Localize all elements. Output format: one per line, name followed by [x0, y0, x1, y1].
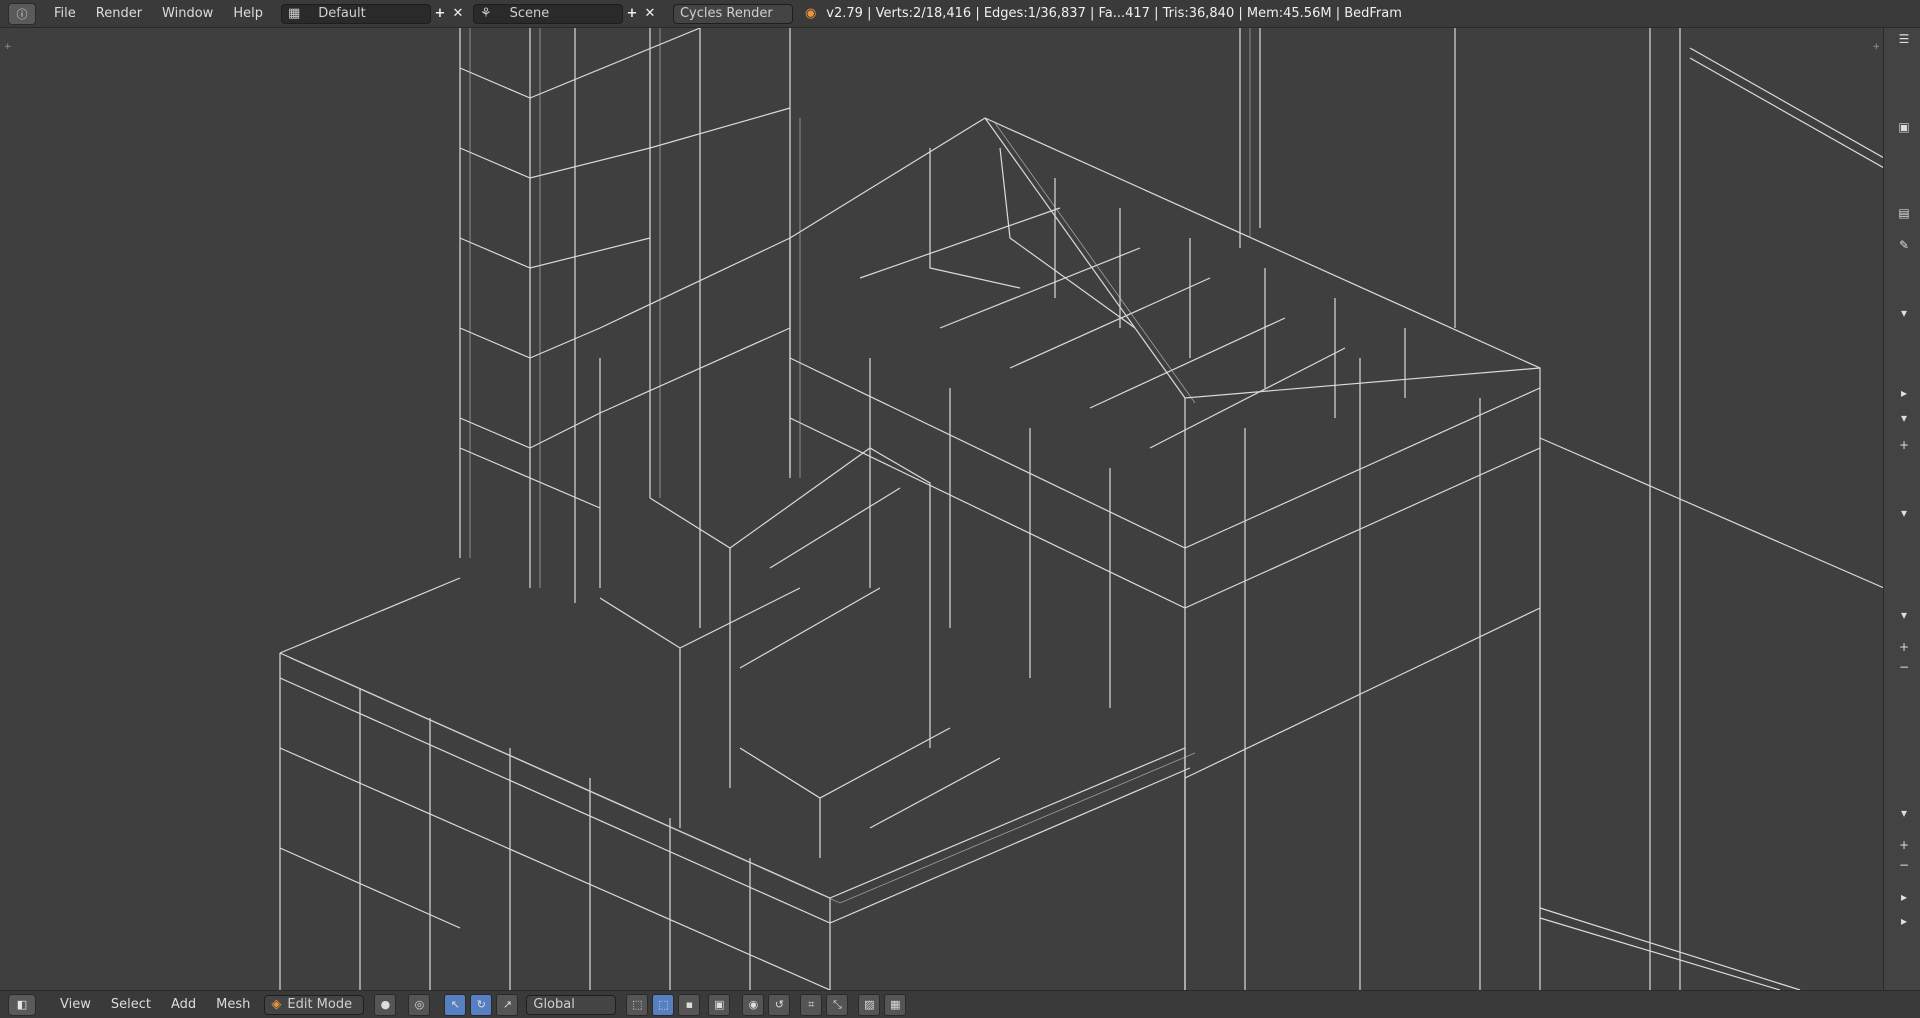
collapse-arrow-icon[interactable]: ▾: [1896, 306, 1912, 320]
edit-mode-icon: ◈: [271, 997, 282, 1012]
menu-select[interactable]: Select: [101, 997, 161, 1012]
viewport-corner-left[interactable]: +: [4, 42, 12, 52]
viewport-corner-right[interactable]: +: [1872, 42, 1880, 52]
layout-grid-icon: ▦: [287, 6, 301, 21]
main-menu: File Render Window Help: [44, 6, 273, 21]
remove-scene-button[interactable]: ✕: [641, 4, 659, 24]
menu-view[interactable]: View: [50, 997, 101, 1012]
vertex-select-button[interactable]: ⬚: [626, 993, 649, 1016]
minus-icon[interactable]: −: [1896, 660, 1912, 674]
menu-render[interactable]: Render: [86, 6, 152, 21]
collapse-arrow-icon[interactable]: ▾: [1896, 506, 1912, 520]
pivot-point-button[interactable]: ◎: [408, 993, 431, 1016]
info-header: ⓘ File Render Window Help ▦ Default + ✕ …: [0, 0, 1920, 28]
menu-window[interactable]: Window: [152, 6, 223, 21]
face-select-button[interactable]: ▪: [678, 993, 701, 1016]
menu-file[interactable]: File: [44, 6, 86, 21]
scene-statistics: ◉ v2.79 | Verts:2/18,416 | Edges:1/36,83…: [805, 6, 1402, 21]
render-icon[interactable]: ▤: [1896, 206, 1912, 220]
mode-name: Edit Mode: [287, 997, 353, 1012]
plus-icon[interactable]: +: [1896, 438, 1912, 452]
viewport-header: ◧ View Select Add Mesh ◈ Edit Mode ● ◎ ↖…: [0, 990, 1920, 1018]
camera-icon[interactable]: ▣: [1896, 120, 1912, 134]
expand-arrow-icon[interactable]: ▸: [1896, 890, 1912, 904]
scene-name: Scene: [509, 6, 550, 21]
render-engine-name: Cycles Render: [679, 6, 773, 21]
menu-help[interactable]: Help: [223, 6, 273, 21]
proportional-edit-button[interactable]: ◉: [742, 993, 765, 1016]
info-icon: ⓘ: [16, 7, 28, 21]
editor-type-button[interactable]: ◧: [8, 993, 36, 1016]
scene-selector[interactable]: ⚘ Scene: [472, 3, 623, 24]
screen-layout-name: Default: [318, 6, 366, 21]
outliner-icon[interactable]: ☰: [1896, 32, 1912, 46]
properties-strip: ☰ ▣ ▤ ✎ ▾ ▸ ▾ + ▾ ▾ + − ▾ + − ▸ ▸: [1883, 28, 1920, 990]
3d-viewport[interactable]: + +: [0, 28, 1884, 990]
minus-icon[interactable]: −: [1896, 858, 1912, 872]
rotate-manipulator-button[interactable]: ↻: [470, 993, 493, 1016]
render-engine-selector[interactable]: Cycles Render: [672, 3, 793, 24]
snap-element-button[interactable]: ⤡: [826, 993, 849, 1016]
mode-selector[interactable]: ◈ Edit Mode: [264, 994, 365, 1015]
plus-icon[interactable]: +: [1896, 838, 1912, 852]
cube-icon: ◧: [16, 998, 28, 1011]
editor-type-button[interactable]: ⓘ: [8, 2, 36, 25]
add-scene-button[interactable]: +: [623, 4, 641, 24]
plus-icon[interactable]: +: [1896, 640, 1912, 654]
occlude-geometry-button[interactable]: ▣: [708, 993, 731, 1016]
wrench-icon[interactable]: ✎: [1896, 238, 1912, 252]
collapse-arrow-icon[interactable]: ▾: [1896, 806, 1912, 820]
collapse-arrow-icon[interactable]: ▾: [1896, 608, 1912, 622]
opengl-animation-button[interactable]: ▦: [884, 993, 907, 1016]
shading-button[interactable]: ●: [374, 993, 397, 1016]
proportional-falloff-button[interactable]: ↺: [768, 993, 791, 1016]
remove-screen-button[interactable]: ✕: [449, 4, 467, 24]
mesh-wireframe: [279, 28, 1884, 990]
orientation-name: Global: [533, 997, 575, 1012]
translate-manipulator-button[interactable]: ↖: [444, 993, 467, 1016]
blender-logo-icon: ◉: [804, 6, 817, 21]
scale-manipulator-button[interactable]: ↗: [496, 993, 519, 1016]
expand-arrow-icon[interactable]: ▸: [1896, 914, 1912, 928]
menu-add[interactable]: Add: [161, 997, 206, 1012]
expand-arrow-icon[interactable]: ▸: [1896, 386, 1912, 400]
add-screen-button[interactable]: +: [431, 4, 449, 24]
edge-select-button[interactable]: ⬚: [652, 993, 675, 1016]
menu-mesh[interactable]: Mesh: [206, 997, 260, 1012]
collapse-arrow-icon[interactable]: ▾: [1896, 411, 1912, 425]
stats-text: v2.79 | Verts:2/18,416 | Edges:1/36,837 …: [826, 6, 1402, 21]
screen-layout-selector[interactable]: ▦ Default: [280, 3, 431, 24]
opengl-render-button[interactable]: ▨: [858, 993, 881, 1016]
transform-orientation-selector[interactable]: Global: [526, 994, 617, 1015]
snap-button[interactable]: ⌗: [800, 993, 823, 1016]
scene-icon: ⚘: [479, 6, 492, 21]
